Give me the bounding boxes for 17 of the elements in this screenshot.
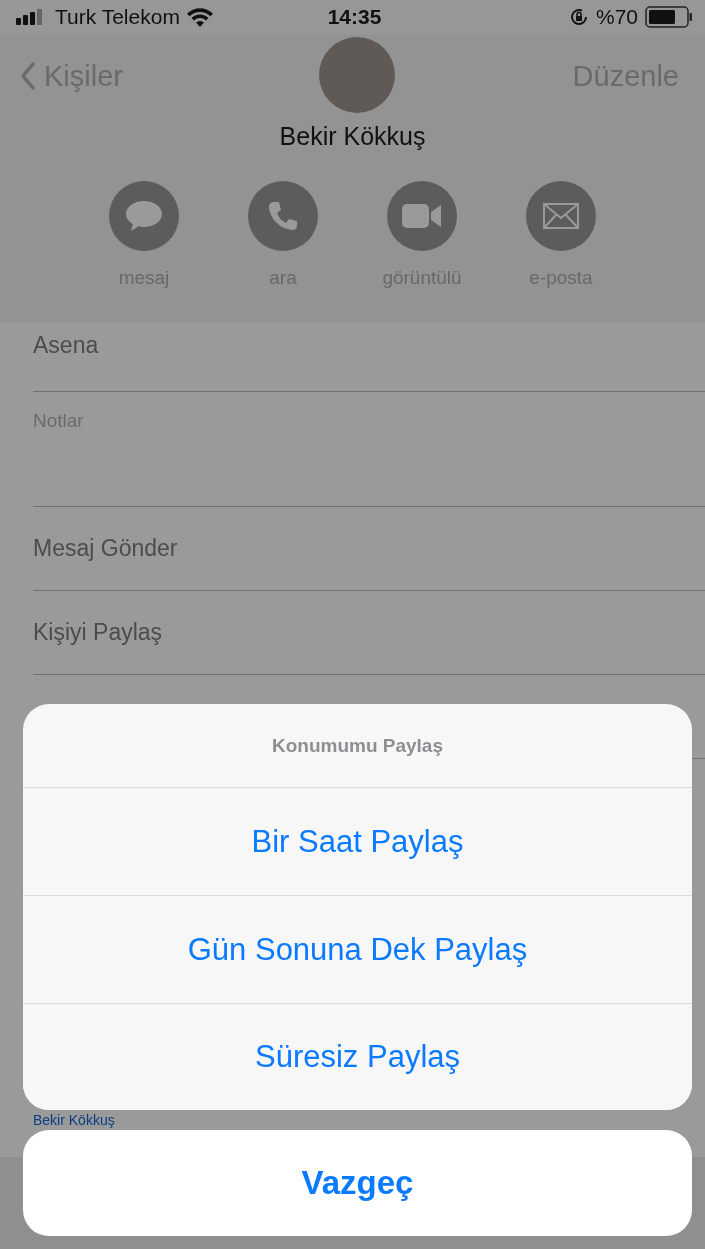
- chevron-left-icon: [20, 62, 36, 90]
- cancel-button[interactable]: Vazgeç: [23, 1130, 692, 1236]
- rotation-lock-icon: [568, 7, 589, 27]
- battery-icon: [645, 6, 693, 28]
- action-link[interactable]: Kişiyi Paylaş: [33, 619, 163, 646]
- video-camera-icon: [402, 203, 442, 229]
- linked-contact-link[interactable]: Bekir Kökkuş: [33, 1112, 115, 1128]
- wifi-icon: [186, 7, 213, 27]
- contact-name: Bekir Kökkuş: [278, 122, 427, 151]
- phone-icon: [268, 201, 298, 231]
- field-value: Asena: [33, 332, 99, 359]
- envelope-icon: [543, 203, 579, 229]
- action-link[interactable]: Mesaj Gönder: [33, 535, 178, 562]
- battery-percentage: %70: [595, 5, 638, 29]
- speech-bubble-icon: [125, 200, 163, 232]
- clock-time: 14:35: [327, 5, 382, 29]
- carrier-name: Turk Telekom: [55, 5, 180, 29]
